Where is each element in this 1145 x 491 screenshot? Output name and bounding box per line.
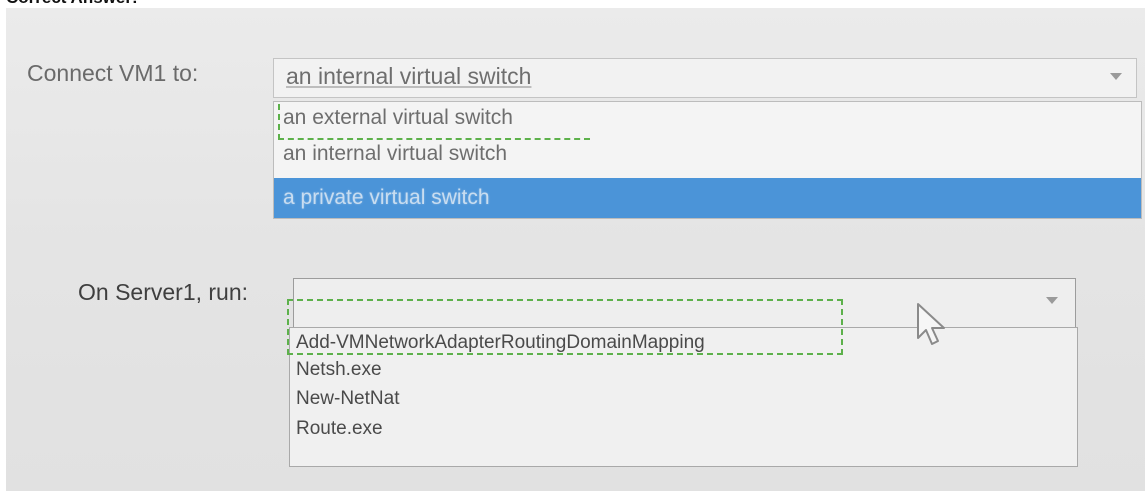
server1-run-dropdown[interactable] bbox=[293, 278, 1076, 330]
chevron-down-icon[interactable] bbox=[1046, 297, 1058, 304]
server1-run-label: On Server1, run: bbox=[78, 279, 249, 305]
connect-vm1-selected-value: an internal virtual switch bbox=[286, 63, 532, 89]
option-add-vmnetworkadapter[interactable]: Add-VMNetworkAdapterRoutingDomainMapping bbox=[290, 332, 1077, 354]
connect-vm1-dropdown[interactable]: an internal virtual switch bbox=[273, 58, 1137, 98]
connect-vm1-options-list: an external virtual switch an internal v… bbox=[273, 101, 1142, 219]
correct-answer-heading: Correct Answer: bbox=[6, 0, 138, 8]
option-netsh-exe[interactable]: Netsh.exe bbox=[290, 359, 1077, 381]
chevron-down-icon[interactable] bbox=[1110, 73, 1122, 80]
connect-vm1-label: Connect VM1 to: bbox=[27, 60, 199, 86]
server1-run-options-list: Add-VMNetworkAdapterRoutingDomainMapping… bbox=[289, 327, 1078, 467]
option-external-virtual-switch[interactable]: an external virtual switch bbox=[274, 106, 1141, 140]
page-header: Correct Answer: bbox=[0, 0, 1145, 8]
option-route-exe[interactable]: Route.exe bbox=[290, 418, 1077, 440]
option-new-netnat[interactable]: New-NetNat bbox=[290, 388, 1077, 410]
mouse-cursor-icon bbox=[917, 303, 945, 345]
option-private-virtual-switch[interactable]: a private virtual switch bbox=[274, 178, 1141, 218]
option-internal-virtual-switch[interactable]: an internal virtual switch bbox=[274, 142, 1141, 176]
